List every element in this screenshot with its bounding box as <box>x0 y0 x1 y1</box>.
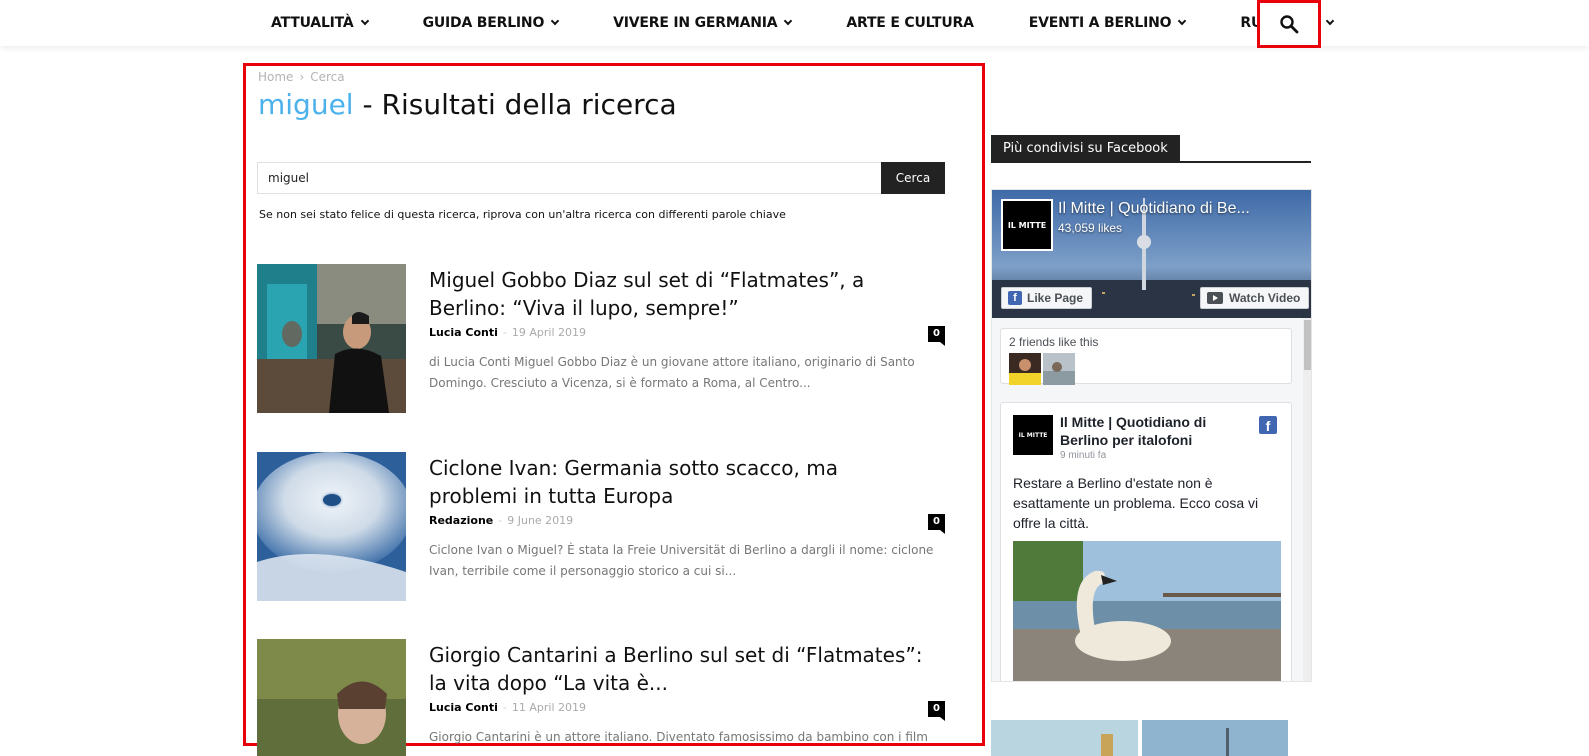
article-title[interactable]: Miguel Gobbo Diaz sul set di “Flatmates”… <box>429 266 929 322</box>
main-menu: ATTUALITÀ GUIDA BERLINO VIVERE IN GERMAN… <box>258 0 1375 46</box>
play-icon <box>1207 292 1223 304</box>
facebook-widget-scrollbar[interactable] <box>1303 318 1311 681</box>
page-title-suffix: - Risultati della ricerca <box>353 88 677 121</box>
nav-item-guida-berlino[interactable]: GUIDA BERLINO <box>410 15 573 31</box>
article-meta: Lucia Conti -11 April 2019 <box>429 701 586 714</box>
chevron-down-icon <box>1178 16 1187 26</box>
article-meta: Redazione -9 June 2019 <box>429 514 573 527</box>
breadcrumb-current[interactable]: Cerca <box>310 70 344 84</box>
chevron-down-icon <box>784 16 793 26</box>
nav-item-label: GUIDA BERLINO <box>422 15 545 31</box>
facebook-post-time[interactable]: 9 minuti fa <box>1060 450 1106 461</box>
chevron-down-icon <box>1325 16 1335 26</box>
sidebar-gallery-thumbs <box>991 720 1291 756</box>
search-keyword: miguel <box>258 88 354 121</box>
facebook-friends-box: 2 friends like this <box>1000 328 1292 385</box>
article-author[interactable]: Redazione <box>429 514 493 527</box>
facebook-page-logo[interactable]: IL MITTE <box>1001 199 1053 251</box>
nav-item-vivere-in-germania[interactable]: VIVERE IN GERMANIA <box>600 15 805 31</box>
facebook-icon: f <box>1008 291 1022 305</box>
search-result-item: Giorgio Cantarini a Berlino sul set di “… <box>257 639 945 756</box>
article-author[interactable]: Lucia Conti <box>429 701 498 714</box>
nav-item-label: ATTUALITÀ <box>271 15 354 31</box>
facebook-post: IL MITTE Il Mitte | Quotidiano di Berlin… <box>1000 402 1292 681</box>
article-date: 11 April 2019 <box>511 701 586 714</box>
facebook-icon: f <box>1259 416 1277 434</box>
meta-separator: - <box>502 701 507 714</box>
breadcrumb-home[interactable]: Home <box>258 70 293 84</box>
article-meta: Lucia Conti -19 April 2019 <box>429 326 586 339</box>
article-author[interactable]: Lucia Conti <box>429 326 498 339</box>
nav-item-label: VIVERE IN GERMANIA <box>613 15 778 31</box>
page-title: miguel - Risultati della ricerca <box>258 88 677 121</box>
chevron-down-icon <box>550 16 560 26</box>
search-input[interactable] <box>257 162 881 194</box>
breadcrumb-separator: › <box>299 70 305 84</box>
nav-item-arte-e-cultura[interactable]: ARTE E CULTURA <box>833 15 987 31</box>
comment-count-badge[interactable]: 0 <box>928 701 945 721</box>
facebook-page-widget: IL MITTE Il Mitte | Quotidiano di Be... … <box>991 189 1312 682</box>
like-page-label: Like Page <box>1027 291 1084 305</box>
facebook-post-avatar-text: IL MITTE <box>1018 431 1048 439</box>
watch-video-label: Watch Video <box>1229 291 1301 305</box>
comment-count-badge[interactable]: 0 <box>928 326 945 346</box>
facebook-page-name[interactable]: Il Mitte | Quotidiano di Be... <box>1058 200 1250 218</box>
friends-like-label: 2 friends like this <box>1009 335 1099 349</box>
article-thumbnail[interactable] <box>257 264 406 413</box>
facebook-cover-image[interactable]: IL MITTE Il Mitte | Quotidiano di Be... … <box>992 190 1311 318</box>
nav-item-eventi-a-berlino[interactable]: EVENTI A BERLINO <box>1016 15 1200 31</box>
top-navigation-bar: ATTUALITÀ GUIDA BERLINO VIVERE IN GERMAN… <box>0 0 1589 48</box>
gallery-thumbnail-strip[interactable] <box>991 720 1291 756</box>
meta-separator: - <box>498 514 503 527</box>
facebook-post-avatar[interactable]: IL MITTE <box>1013 415 1053 455</box>
facebook-post-text: Restare a Berlino d'estate non è esattam… <box>1013 475 1259 531</box>
article-title[interactable]: Giorgio Cantarini a Berlino sul set di “… <box>429 641 929 697</box>
chevron-down-icon <box>360 16 369 26</box>
facebook-logo-text: IL MITTE <box>1007 220 1047 230</box>
facebook-like-page-button[interactable]: f Like Page <box>1001 287 1093 309</box>
search-form: Cerca <box>257 162 945 194</box>
friend-avatar[interactable] <box>1009 353 1041 385</box>
nav-item-label: ARTE E CULTURA <box>846 15 974 31</box>
search-submit-button[interactable]: Cerca <box>881 162 945 194</box>
article-thumbnail[interactable] <box>257 639 406 756</box>
sidebar-widget-title: Più condivisi su Facebook <box>991 135 1180 162</box>
article-title[interactable]: Ciclone Ivan: Germania sotto scacco, ma … <box>429 454 929 510</box>
search-result-item: Ciclone Ivan: Germania sotto scacco, ma … <box>257 452 945 602</box>
facebook-post-image[interactable] <box>1013 541 1281 681</box>
search-hint: Se non sei stato felice di questa ricerc… <box>259 208 786 221</box>
scrollbar-thumb[interactable] <box>1304 320 1311 370</box>
friend-avatar[interactable] <box>1043 353 1075 385</box>
meta-separator: - <box>502 326 507 339</box>
article-excerpt: Giorgio Cantarini è un attore italiano. … <box>429 730 928 744</box>
nav-item-label: EVENTI A BERLINO <box>1028 15 1172 31</box>
article-excerpt: Ciclone Ivan o Miguel? È stata la Freie … <box>429 543 934 578</box>
header-search-button[interactable] <box>1257 0 1321 48</box>
search-result-item: Miguel Gobbo Diaz sul set di “Flatmates”… <box>257 264 945 414</box>
breadcrumb: Home › Cerca <box>258 70 345 84</box>
sidebar-widget-header: Più condivisi su Facebook <box>991 135 1311 163</box>
article-date: 9 June 2019 <box>507 514 574 527</box>
article-date: 19 April 2019 <box>511 326 586 339</box>
facebook-page-likes: 43,059 likes <box>1058 221 1123 235</box>
nav-item-attualita[interactable]: ATTUALITÀ <box>258 15 382 31</box>
article-excerpt: di Lucia Conti Miguel Gobbo Diaz è un gi… <box>429 355 915 390</box>
article-thumbnail[interactable] <box>257 452 406 601</box>
facebook-watch-video-button[interactable]: Watch Video <box>1200 287 1310 309</box>
search-icon <box>1280 15 1299 34</box>
facebook-post-author[interactable]: Il Mitte | Quotidiano di Berlino per ita… <box>1060 413 1250 449</box>
comment-count-badge[interactable]: 0 <box>928 514 945 534</box>
